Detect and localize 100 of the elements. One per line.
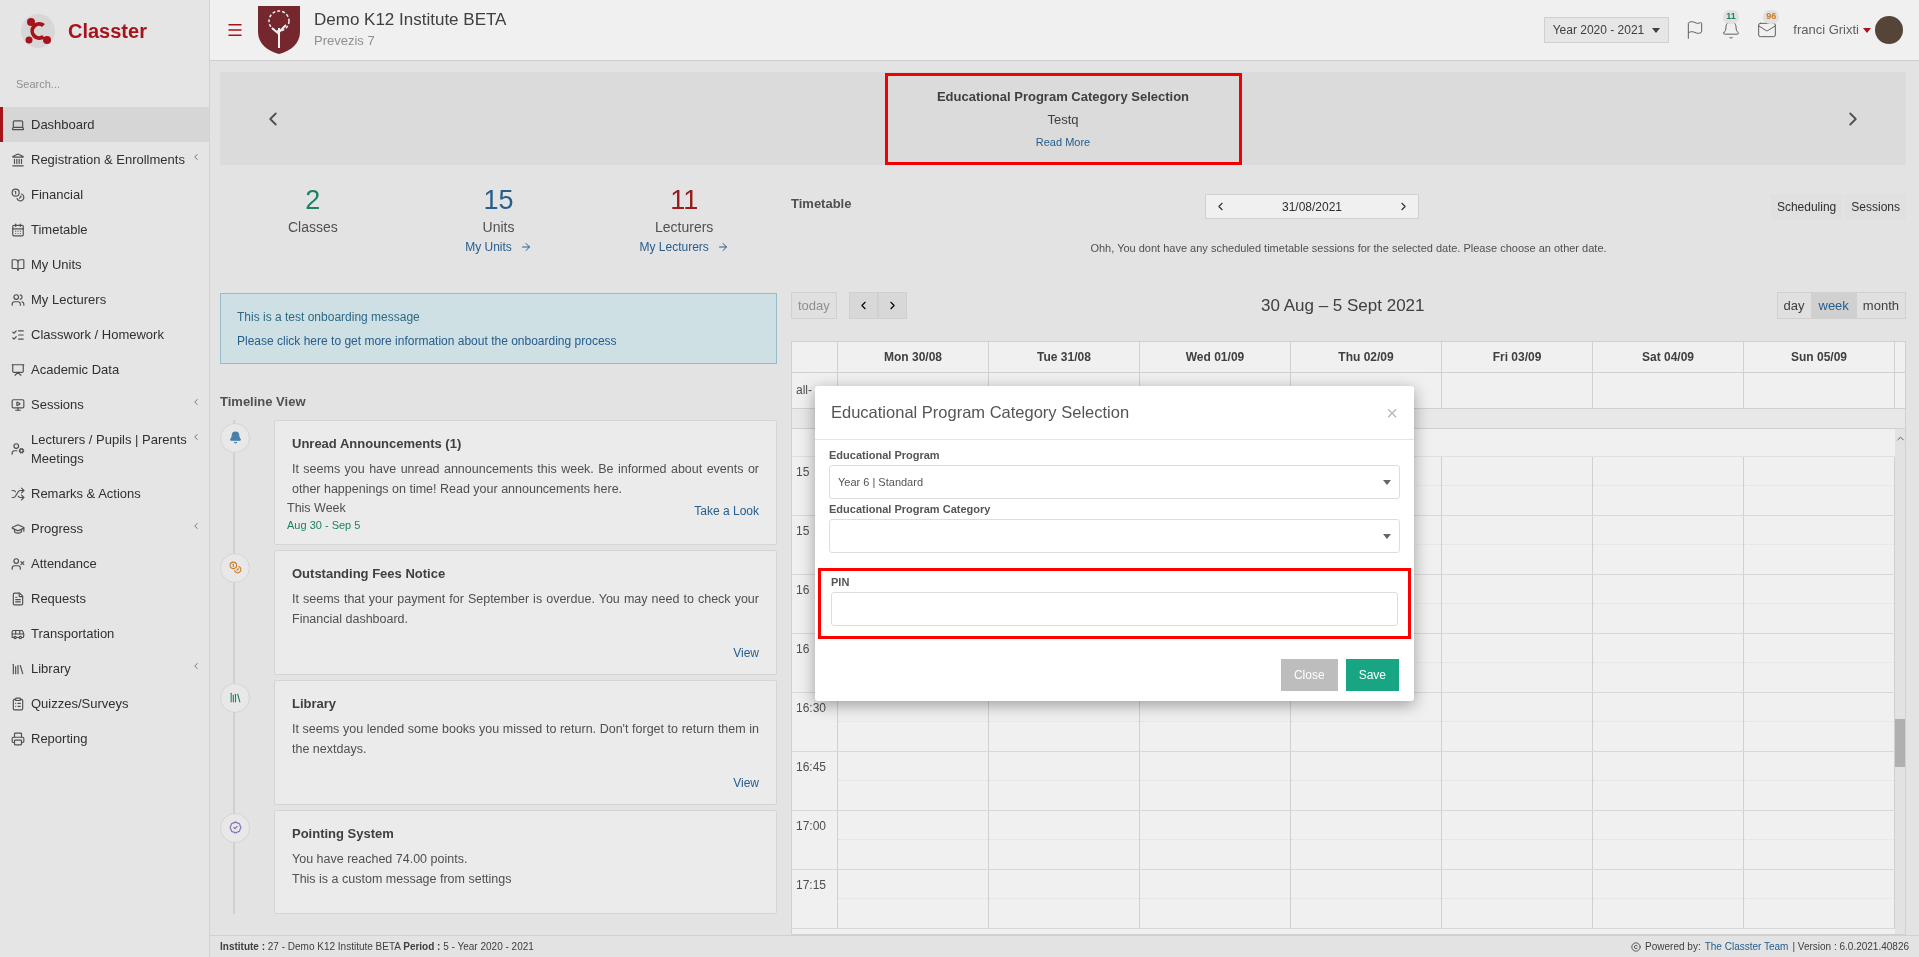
card-text: It seems you lended some books you missed to return. Don't forget to return them in the nextdays. [292,721,759,758]
read-more-link[interactable]: Read More [1035,133,1091,151]
view-tab[interactable]: week [1811,292,1856,319]
sidebar-item[interactable]: Attendance [0,546,209,581]
card-title: Library [292,694,338,713]
search-field[interactable]: Search... [8,66,201,102]
section-title: Timetable [791,195,852,213]
graduation-cap-icon [11,521,25,536]
chevron-icon [191,661,201,671]
date-range: 30 Aug – 5 Sept 2021 [1261,295,1425,317]
day-header: Mon 30/08 [838,342,989,372]
caret-icon [1383,479,1391,485]
sidebar-item[interactable]: Registration & Enrollments [0,142,209,177]
institute-address: Prevezis 7 [314,32,376,51]
day-header: Wed 01/09 [1140,342,1291,372]
sidebar-item[interactable]: Lecturers / Pupils | Parents Meetings [0,422,209,476]
caret-icon [1383,533,1391,539]
sidebar-item[interactable]: Requests [0,581,209,616]
card-text: It seems you have unread announcements this week. Be informed about events or other happenings on time! Read your announcements here. [292,461,759,498]
select-field[interactable]: Year 6 | Standard [829,465,1400,499]
card-text: It seems that your payment for September is overdue. You may need to check your Financial dashboard. [292,591,759,628]
powered-by-label: Powered by: [1645,940,1701,954]
printer-icon [11,731,25,746]
sidebar-item[interactable]: Sessions [0,387,209,422]
monitor-icon [11,397,25,412]
year-select[interactable]: Year 2020 - 2021 [1543,17,1670,43]
date-picker[interactable]: 31/08/2021 [1205,194,1419,219]
clipboard-icon [11,696,25,711]
arrow-icon [519,241,532,253]
mail-icon[interactable] [1757,20,1778,40]
sidebar-item[interactable]: My Lecturers [0,282,209,317]
chevron-icon [191,521,201,531]
message-count: 96 [1763,10,1780,24]
sidebar-item[interactable]: My Units [0,247,209,282]
notification-count: 11 [1723,10,1739,24]
view-tab[interactable]: month [1855,292,1906,319]
sidebar-item[interactable]: Classwork / Homework [0,317,209,352]
card-note: This is a custom message from settings [292,871,513,888]
empty-message: Ohh, You dont have any scheduled timetable sessions for the selected date. Please choose an other date. [1089,241,1608,256]
team-link[interactable]: The Classter Team [1704,939,1789,954]
banner-text: Testq [1047,111,1079,130]
scrollbar[interactable] [1895,429,1905,934]
logo-icon [20,12,56,49]
sidebar-item[interactable]: Dashboard [0,107,209,142]
version-text: | Version : 6.0.2021.40826 [1792,940,1909,954]
bell-icon [228,431,242,444]
sidebar-item[interactable]: Reporting [0,721,209,756]
caret-icon [1652,27,1661,33]
books-icon [228,691,242,704]
book-icon [11,257,25,272]
card-link[interactable]: View [733,773,759,792]
stat-link[interactable]: My Units [465,238,532,256]
sidebar-item[interactable]: Progress [0,511,209,546]
day-header: Sat 04/09 [1593,342,1744,372]
sidebar-item[interactable]: Remarks & Actions [0,476,209,511]
sidebar-item[interactable]: Transportation [0,616,209,651]
stat-label: Lecturers [655,218,714,237]
sidebar-item[interactable]: Timetable [0,212,209,247]
shuffle-icon [11,486,25,501]
day-header: Tue 31/08 [989,342,1140,372]
user-menu[interactable]: franci Grixti [1793,20,1871,40]
view-tab[interactable]: day [1776,292,1812,319]
users-icon [11,292,25,307]
stat-link[interactable]: My Lecturers [639,238,729,256]
shield-logo-icon [256,4,302,56]
stat-label: Classes [287,218,338,237]
day-header: Fri 03/09 [1442,342,1593,372]
card-text: You have reached 74.00 points. [292,851,469,868]
sidebar-item[interactable]: Academic Data [0,352,209,387]
card-link[interactable]: Take a Look [694,501,759,520]
bank-icon [11,152,25,167]
presentation-icon [11,362,25,377]
app-logo-text: Classter [68,18,147,44]
laptop-icon [11,117,25,132]
period-dates: Aug 30 - Sep 5 [287,518,361,533]
section-title: Timeline View [220,393,307,411]
caret-icon [1863,27,1871,33]
user-gear-icon [11,442,25,456]
card-link[interactable]: View [733,643,759,662]
time-label: 16:45 [792,752,838,810]
checklist-icon [11,327,25,342]
copyright-icon [1631,941,1642,952]
sidebar-item[interactable]: Quizzes/Surveys [0,686,209,721]
sidebar-item[interactable]: Library [0,651,209,686]
card-title: Unread Announcements (1) [292,434,463,453]
select-field[interactable] [829,519,1400,553]
sidebar-item[interactable]: Financial [0,177,209,212]
card-title: Pointing System [292,824,395,843]
card-title: Outstanding Fees Notice [292,564,447,583]
books-icon [11,661,25,676]
day-header: Thu 02/09 [1291,342,1442,372]
menu-icon[interactable] [226,21,244,39]
stat-value: 15 [483,184,514,217]
stat-value: 2 [305,184,321,217]
avatar[interactable] [1875,16,1903,44]
day-header: Sun 05/09 [1744,342,1895,372]
onboarding-link[interactable]: Please click here to get more information about the onboarding process [237,331,760,350]
banner-title: Educational Program Category Selection [936,87,1190,106]
scrollbar-thumb[interactable] [1894,719,1905,767]
pin-field[interactable] [831,592,1398,626]
